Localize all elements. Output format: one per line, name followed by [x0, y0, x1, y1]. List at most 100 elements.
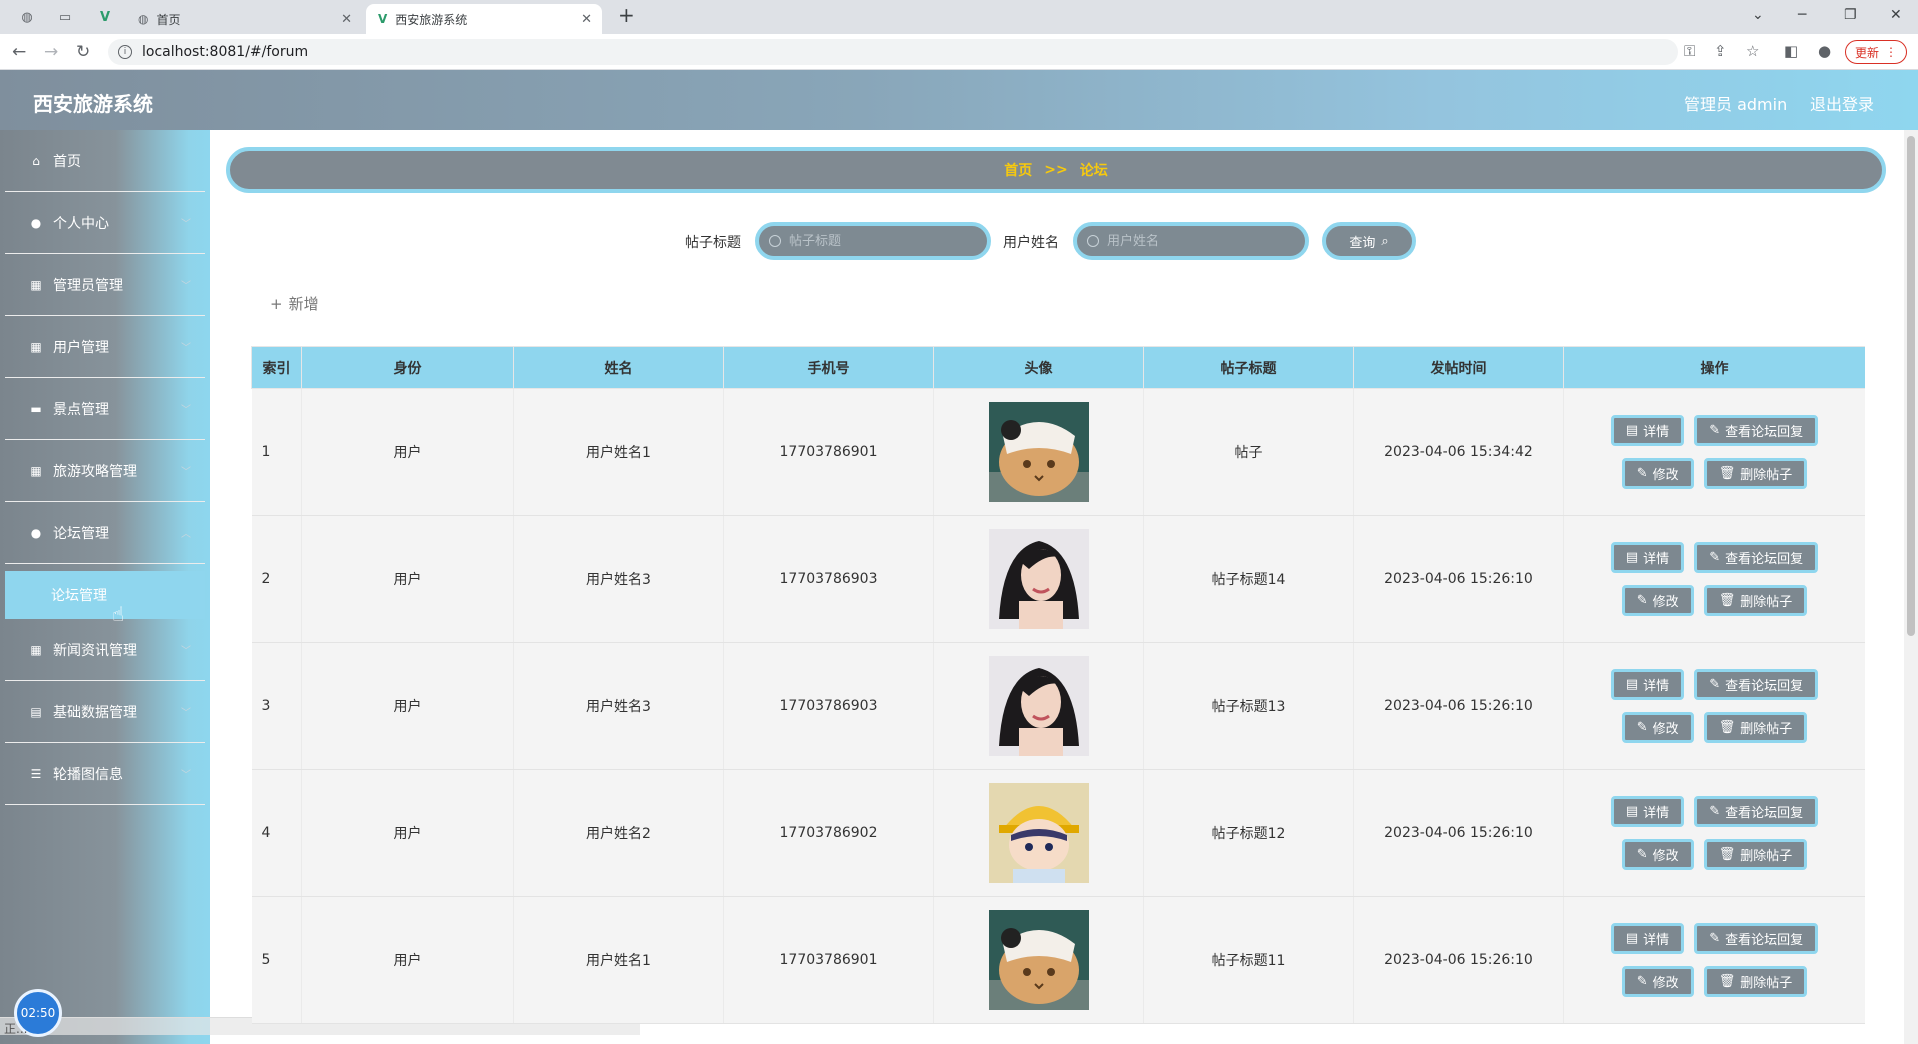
- cell-name: 用户姓名2: [513, 769, 724, 897]
- view-reply-button[interactable]: ✎ 查看论坛回复: [1694, 923, 1819, 954]
- edit-button[interactable]: ✎ 修改: [1621, 585, 1694, 616]
- sidebar-item-guide-management[interactable]: ▦ 旅游攻略管理 ﹀: [5, 440, 205, 502]
- reload-icon[interactable]: ↻: [76, 42, 90, 62]
- profile-icon[interactable]: ●: [1818, 42, 1831, 60]
- col-header-role[interactable]: 身份: [301, 346, 514, 389]
- query-button[interactable]: 查询 ⌕: [1322, 222, 1416, 260]
- detail-button[interactable]: ▤ 详情: [1610, 923, 1685, 954]
- cell-actions: ▤ 详情 ✎ 查看论坛回复 ✎ 修改 🗑 删除帖子: [1563, 642, 1865, 770]
- logout-link[interactable]: 退出登录: [1810, 91, 1874, 115]
- star-icon[interactable]: ☆: [1746, 42, 1759, 60]
- url-field[interactable]: i localhost:8081/#/forum: [108, 39, 1678, 65]
- update-label: 更新: [1854, 45, 1879, 60]
- delete-post-button[interactable]: 🗑 删除帖子: [1703, 458, 1808, 489]
- url-text: localhost:8081/#/forum: [142, 44, 309, 60]
- user-icon: ●: [30, 215, 42, 230]
- share-icon[interactable]: ⇪: [1714, 42, 1727, 60]
- delete-post-button[interactable]: 🗑 删除帖子: [1703, 966, 1808, 997]
- sidebar-subitem-label: 论坛管理: [51, 588, 107, 604]
- user-name-search[interactable]: [1073, 222, 1309, 260]
- delete-post-button[interactable]: 🗑 删除帖子: [1703, 839, 1808, 870]
- sidebar-item-user-management[interactable]: ▦ 用户管理 ﹀: [5, 316, 205, 378]
- sidebar-item-label: 基础数据管理: [53, 704, 137, 721]
- key-icon[interactable]: ⚿: [1684, 42, 1695, 60]
- avatar[interactable]: [934, 656, 1143, 756]
- document-icon: ▤: [1625, 804, 1639, 819]
- col-header-avatar[interactable]: 头像: [933, 346, 1144, 389]
- sidebar-item-forum-management[interactable]: ● 论坛管理 ︿: [5, 502, 205, 564]
- view-reply-button[interactable]: ✎ 查看论坛回复: [1694, 669, 1819, 700]
- globe-icon[interactable]: ◍: [18, 8, 36, 26]
- back-icon[interactable]: ←: [12, 42, 26, 62]
- col-header-post-time[interactable]: 发帖时间: [1353, 346, 1564, 389]
- delete-label: 删除帖子: [1740, 849, 1793, 864]
- avatar[interactable]: [934, 402, 1143, 502]
- edit-button[interactable]: ✎ 修改: [1621, 839, 1694, 870]
- sidebar-item-label: 景点管理: [53, 401, 109, 418]
- tab-home[interactable]: ◍ 首页 ✕: [126, 4, 362, 34]
- globe-icon: ◍: [138, 12, 149, 26]
- edit-button[interactable]: ✎ 修改: [1621, 458, 1694, 489]
- vue-logo-icon[interactable]: V: [96, 8, 114, 26]
- forward-icon[interactable]: →: [44, 42, 58, 62]
- document-icon: ▤: [1625, 423, 1639, 438]
- detail-button[interactable]: ▤ 详情: [1610, 796, 1685, 827]
- minimize-icon[interactable]: ─: [1798, 7, 1806, 23]
- sidebar-item-carousel[interactable]: ☰ 轮播图信息 ﹀: [5, 743, 205, 805]
- cell-avatar: [933, 388, 1144, 516]
- more-vert-icon: ⋮: [1885, 45, 1897, 59]
- admin-user-link[interactable]: 管理员 admin: [1684, 91, 1787, 115]
- blank-tab-icon[interactable]: ▭: [56, 8, 74, 26]
- detail-button[interactable]: ▤ 详情: [1610, 669, 1685, 700]
- cell-name: 用户姓名1: [513, 388, 724, 516]
- info-icon[interactable]: i: [118, 45, 132, 59]
- chevron-down-icon[interactable]: ⌄: [1752, 7, 1764, 23]
- chevron-up-icon: ︿: [181, 529, 191, 540]
- tab-xian-travel[interactable]: V 西安旅游系统 ✕: [366, 4, 602, 34]
- sidebar-item-home[interactable]: ⌂ 首页: [5, 130, 205, 192]
- col-header-name[interactable]: 姓名: [513, 346, 724, 389]
- cell-role: 用户: [301, 388, 514, 516]
- vertical-scrollbar[interactable]: [1904, 130, 1918, 1044]
- view-reply-button[interactable]: ✎ 查看论坛回复: [1694, 415, 1819, 446]
- sidebar-item-base-data-management[interactable]: ▤ 基础数据管理 ﹀: [5, 681, 205, 743]
- sidebar-item-scenic-management[interactable]: ▬ 景点管理 ﹀: [5, 378, 205, 440]
- edit-button[interactable]: ✎ 修改: [1621, 712, 1694, 743]
- col-header-post-title[interactable]: 帖子标题: [1143, 346, 1354, 389]
- restore-icon[interactable]: ❐: [1844, 7, 1857, 23]
- delete-post-button[interactable]: 🗑 删除帖子: [1703, 712, 1808, 743]
- sidebar-item-personal-center[interactable]: ● 个人中心 ﹀: [5, 192, 205, 254]
- post-title-input[interactable]: [789, 233, 969, 249]
- side-panel-icon[interactable]: ◧: [1784, 42, 1798, 60]
- sidebar-subitem-forum-management[interactable]: 论坛管理: [5, 571, 205, 619]
- post-title-search[interactable]: [755, 222, 991, 260]
- cell-post-title: 帖子标题12: [1143, 769, 1354, 897]
- action-group: ▤ 详情 ✎ 查看论坛回复 ✎ 修改 🗑 删除帖子: [1564, 415, 1865, 489]
- edit-button[interactable]: ✎ 修改: [1621, 966, 1694, 997]
- update-button[interactable]: 更新 ⋮: [1845, 40, 1907, 64]
- delete-post-button[interactable]: 🗑 删除帖子: [1703, 585, 1808, 616]
- edit-label: 修改: [1652, 595, 1679, 610]
- avatar[interactable]: [934, 783, 1143, 883]
- sidebar-item-admin-management[interactable]: ▦ 管理员管理 ﹀: [5, 254, 205, 316]
- detail-button[interactable]: ▤ 详情: [1610, 542, 1685, 573]
- col-header-phone[interactable]: 手机号: [723, 346, 934, 389]
- new-tab-icon[interactable]: +: [618, 3, 635, 27]
- scrollbar-thumb[interactable]: [1907, 136, 1915, 636]
- detail-button[interactable]: ▤ 详情: [1610, 415, 1685, 446]
- view-reply-button[interactable]: ✎ 查看论坛回复: [1694, 542, 1819, 573]
- view-reply-button[interactable]: ✎ 查看论坛回复: [1694, 796, 1819, 827]
- col-header-index[interactable]: 索引: [251, 346, 302, 389]
- close-window-icon[interactable]: ✕: [1890, 7, 1902, 23]
- sidebar-item-news-management[interactable]: ▦ 新闻资讯管理 ﹀: [5, 619, 205, 681]
- avatar[interactable]: [934, 529, 1143, 629]
- breadcrumb-home[interactable]: 首页: [1004, 160, 1032, 180]
- add-button[interactable]: + 新增: [270, 293, 319, 314]
- col-header-actions[interactable]: 操作: [1563, 346, 1865, 389]
- user-name-input[interactable]: [1107, 233, 1287, 249]
- close-icon[interactable]: ✕: [341, 12, 352, 27]
- avatar[interactable]: [934, 910, 1143, 1010]
- cell-avatar: [933, 896, 1144, 1024]
- close-icon[interactable]: ✕: [581, 12, 592, 27]
- cell-phone: 17703786901: [723, 388, 934, 516]
